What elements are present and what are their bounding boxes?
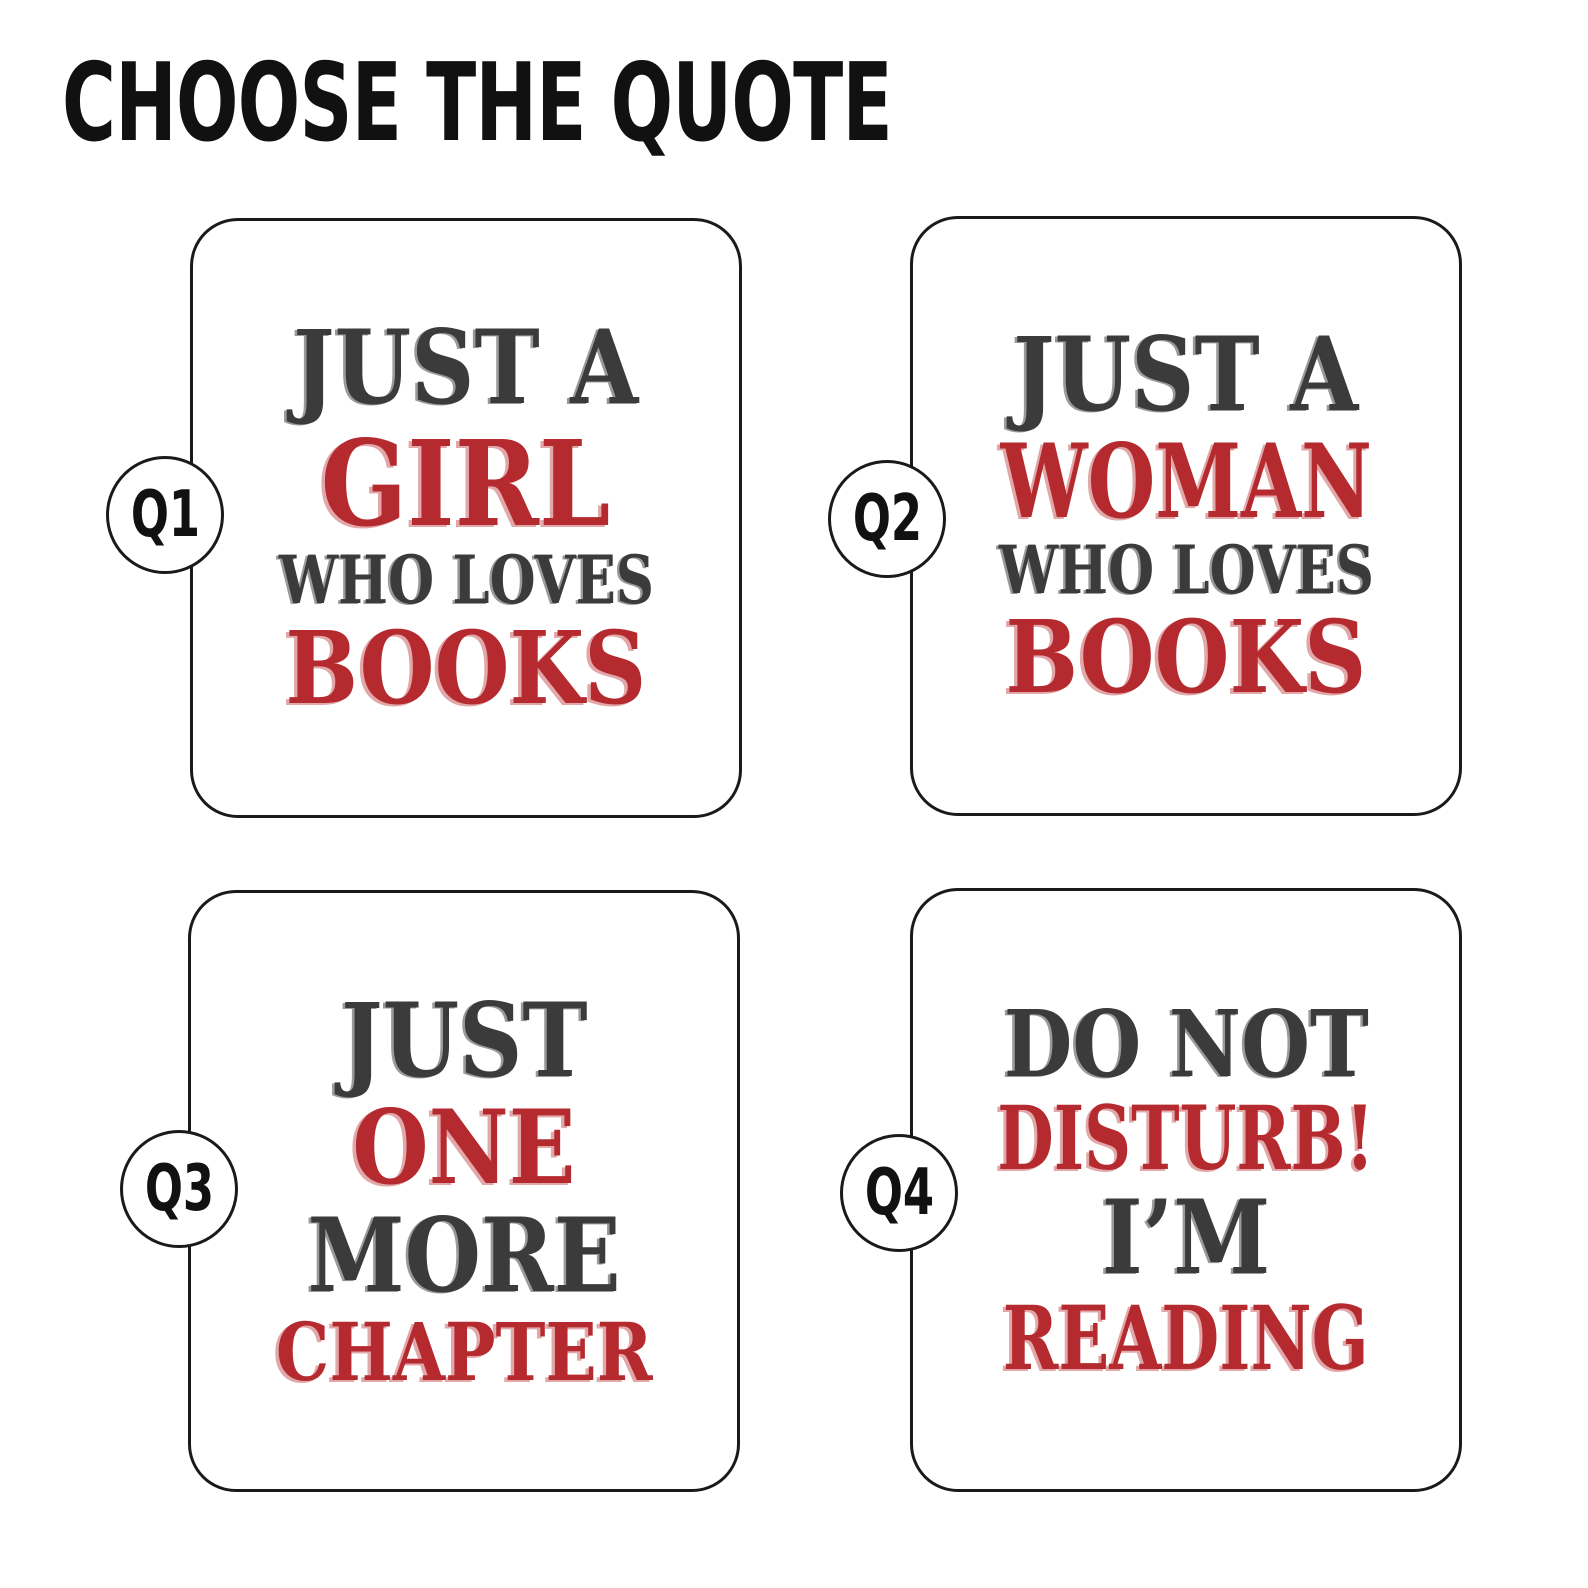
quote-badge-q4[interactable]: Q4: [840, 1134, 958, 1252]
quote-line: WHO LOVES: [998, 530, 1374, 609]
page-title: CHOOSE THE QUOTE: [62, 41, 893, 166]
quote-line-highlight: DISTURB!: [997, 1086, 1375, 1191]
quote-line-highlight: GIRL: [321, 414, 611, 554]
quote-badge-q1[interactable]: Q1: [106, 456, 224, 574]
quote-badge-q3[interactable]: Q3: [120, 1130, 238, 1248]
quote-line: JUST A: [293, 308, 639, 429]
quote-line-highlight: BOOKS: [1005, 598, 1367, 717]
quote-line: MORE: [307, 1195, 621, 1316]
quote-card-q2[interactable]: JUST A WOMAN WHO LOVES BOOKS: [910, 216, 1462, 816]
badge-label: Q3: [144, 1152, 214, 1226]
quote-line-highlight: WOMAN: [1000, 421, 1372, 542]
quote-card-q3[interactable]: JUST ONE MORE CHAPTER: [188, 890, 740, 1492]
quote-line: JUST A: [1013, 314, 1359, 435]
badge-label: Q2: [852, 482, 922, 556]
quote-line: JUST: [340, 981, 588, 1102]
quote-line-highlight: BOOKS: [285, 608, 647, 727]
quote-line-highlight: READING: [1003, 1285, 1369, 1390]
quote-line: WHO LOVES: [278, 541, 654, 620]
quote-line: DO NOT: [1003, 989, 1369, 1098]
quote-card-q4[interactable]: DO NOT DISTURB! I’M READING: [910, 888, 1462, 1492]
quote-badge-q2[interactable]: Q2: [828, 460, 946, 578]
badge-label: Q1: [130, 478, 200, 552]
badge-label: Q4: [864, 1156, 934, 1230]
quote-line-highlight: ONE: [352, 1088, 576, 1209]
quote-line: I’M: [1101, 1177, 1271, 1298]
quote-card-q1[interactable]: JUST A GIRL WHO LOVES BOOKS: [190, 218, 742, 818]
quote-line-highlight: CHAPTER: [275, 1304, 653, 1399]
